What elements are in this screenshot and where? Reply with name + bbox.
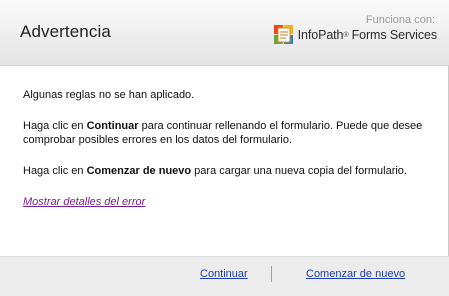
message-line-1: Algunas reglas no se han aplicado. [23, 89, 195, 101]
brand-trademark: ® [343, 31, 349, 39]
start-over-button[interactable]: Comenzar de nuevo [306, 268, 405, 280]
message-text: Haga clic en [23, 120, 87, 132]
error-dialog: Advertencia Funciona con: InfoPath ® Forms… [0, 0, 449, 296]
dialog-footer: Continuar Comenzar de nuevo [0, 256, 449, 296]
message-continue-instructions: Haga clic en Continuar para continuar re… [23, 119, 428, 147]
message-restart-instructions: Haga clic en Comenzar de nuevo para carg… [23, 164, 428, 178]
message-text: Haga clic en [23, 165, 87, 177]
restart-keyword: Comenzar de nuevo [86, 165, 192, 177]
powered-by-label: Funciona con: [365, 14, 435, 26]
brand-suffix: Forms Services [351, 28, 438, 42]
dialog-body: Algunas reglas no se han aplicado. Haga … [23, 88, 428, 209]
message-text: para cargar una nueva copia del formular… [191, 165, 407, 177]
dialog-title: Advertencia [20, 22, 111, 41]
footer-separator [271, 266, 272, 282]
infopath-logo-icon [273, 25, 293, 44]
infopath-brand: InfoPath ® Forms Services [273, 25, 438, 44]
continue-button[interactable]: Continuar [200, 268, 248, 280]
dialog-header: Advertencia Funciona con: InfoPath ® Forms… [0, 0, 449, 66]
brand-name: InfoPath [297, 28, 344, 42]
show-error-details-link[interactable]: Mostrar detalles del error [23, 195, 145, 209]
continue-keyword: Continuar [86, 120, 139, 132]
